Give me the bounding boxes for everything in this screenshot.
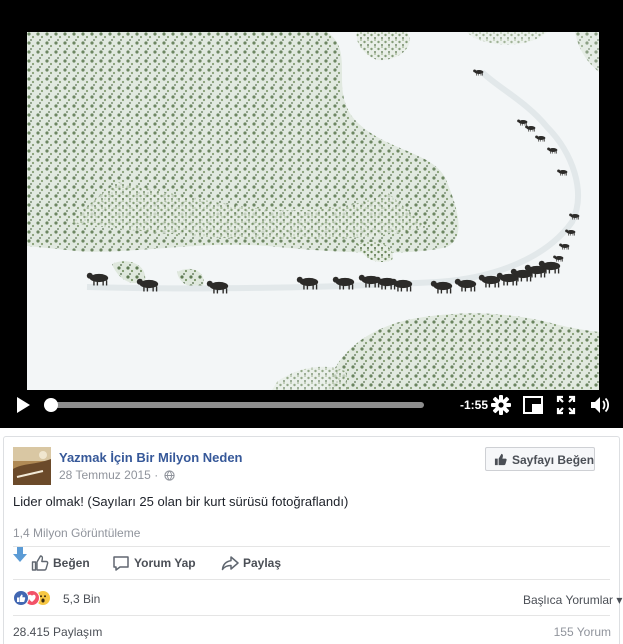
comment-count[interactable]: 155 Yorum	[554, 625, 611, 639]
share-label: Paylaş	[243, 556, 282, 570]
divider	[13, 546, 610, 547]
video-controls: -1:55	[0, 390, 623, 420]
play-icon[interactable]	[14, 396, 32, 414]
like-icon	[13, 590, 29, 606]
like-page-label: Sayfayı Beğen	[512, 453, 595, 467]
thumbs-up-icon	[494, 453, 507, 466]
thumbs-up-outline-icon	[31, 555, 49, 571]
wolf-pack-snow-image	[27, 32, 599, 390]
video-frame[interactable]	[27, 32, 599, 390]
reaction-count: 5,3 Bin	[63, 592, 101, 606]
progress-bar[interactable]	[46, 402, 424, 408]
time-remaining: -1:55	[459, 398, 488, 412]
view-count: 1,4 Milyon Görüntüleme	[13, 526, 141, 540]
like-label: Beğen	[53, 556, 90, 570]
video-player[interactable]: -1:55	[0, 0, 623, 428]
arrow-down-icon[interactable]	[13, 547, 27, 563]
comment-label: Yorum Yap	[134, 556, 196, 570]
comment-icon	[113, 556, 129, 571]
gear-icon[interactable]	[490, 394, 512, 416]
post-message: Lider olmak! (Sayıları 25 olan bir kurt …	[13, 494, 349, 509]
share-count[interactable]: 28.415 Paylaşım	[13, 625, 102, 639]
volume-icon[interactable]	[589, 394, 611, 416]
page-name-link[interactable]: Yazmak İçin Bir Milyon Neden	[59, 450, 243, 465]
page-avatar[interactable]	[13, 447, 51, 485]
globe-icon[interactable]	[163, 470, 175, 481]
share-icon	[221, 556, 239, 571]
meta-separator: ·	[154, 468, 159, 482]
chevron-down-icon: ▾	[616, 593, 623, 607]
divider	[13, 579, 610, 580]
comment-sort-label: Başlıca Yorumlar	[523, 593, 614, 607]
post-date[interactable]: 28 Temmuz 2015	[59, 468, 151, 482]
progress-scrubber[interactable]	[44, 398, 58, 412]
like-page-button[interactable]: Sayfayı Beğen	[485, 447, 595, 471]
fullscreen-icon[interactable]	[555, 394, 577, 416]
dock-player-icon[interactable]	[522, 394, 544, 416]
divider	[13, 615, 610, 616]
post-meta: 28 Temmuz 2015 ·	[59, 468, 175, 482]
post-card: Yazmak İçin Bir Milyon Neden 28 Temmuz 2…	[3, 436, 622, 644]
comment-sort-dropdown[interactable]: Başlıca Yorumlar ▾	[523, 593, 622, 607]
